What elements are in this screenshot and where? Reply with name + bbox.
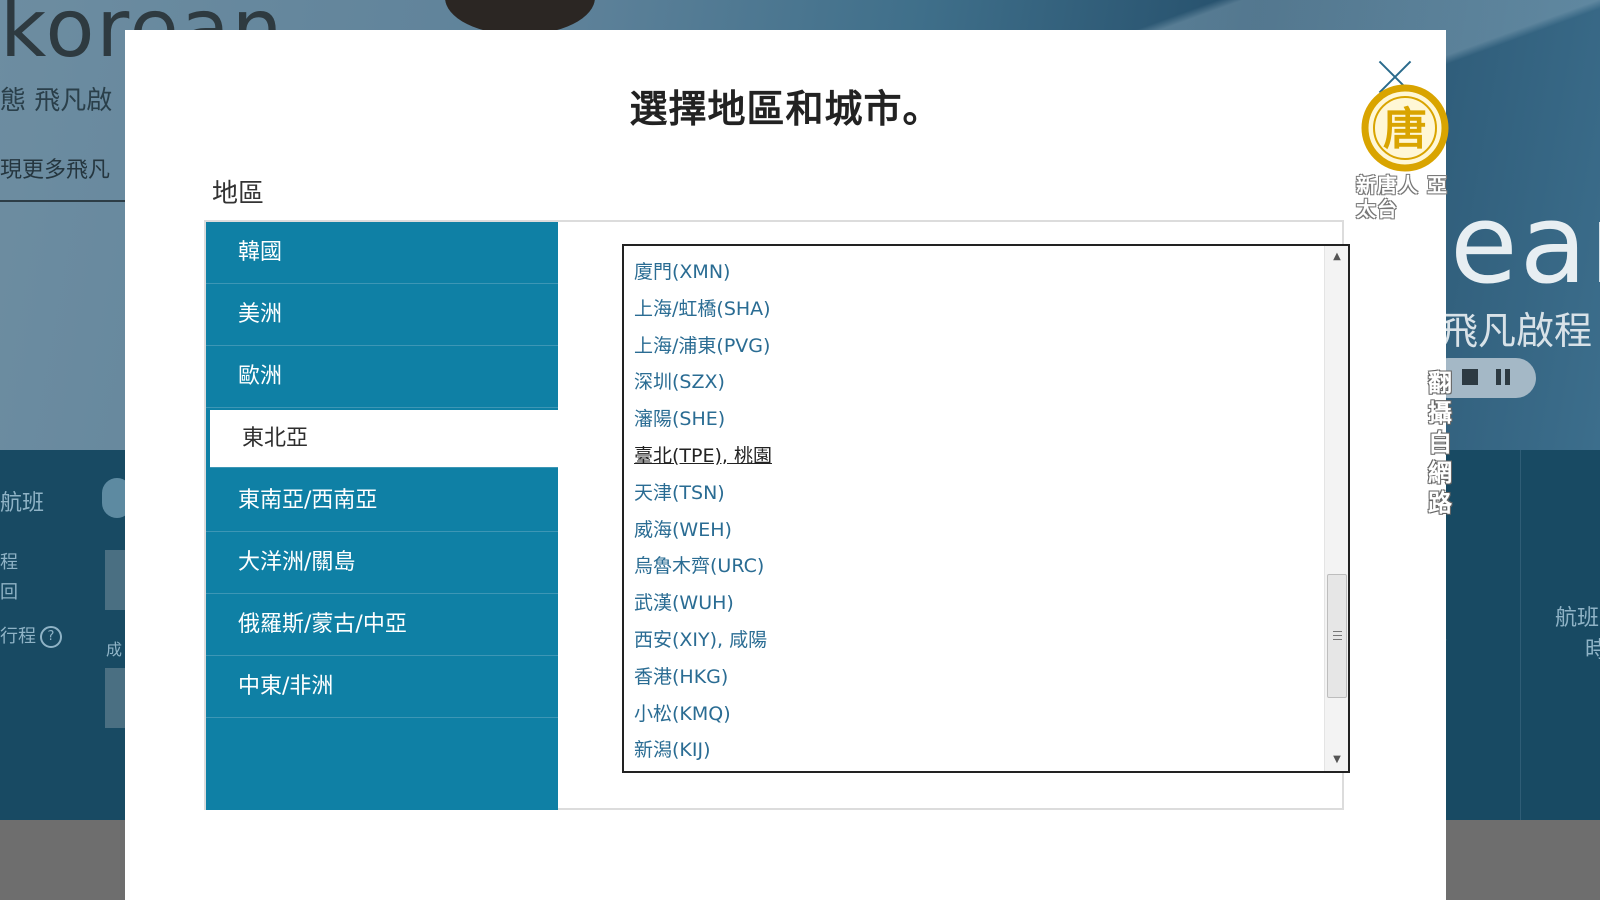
trip-type-label-1: 程	[0, 552, 18, 573]
region-item[interactable]: 中東/非洲	[206, 656, 558, 718]
city-option[interactable]: 臺北(TPE), 桃園	[624, 438, 1348, 475]
region-item[interactable]: 韓國	[206, 222, 558, 284]
scroll-up-arrow-icon[interactable]: ▲	[1325, 246, 1348, 268]
city-option[interactable]: 新潟(KIJ)	[624, 732, 1348, 769]
city-option[interactable]: 札幌(CTS)	[624, 769, 1348, 771]
hero-brand-text-right: ean	[1450, 180, 1600, 308]
flight-tab[interactable]: 航班	[0, 485, 44, 517]
city-option[interactable]: 小松(KMQ)	[624, 696, 1348, 733]
city-option[interactable]: 武漢(WUH)	[624, 585, 1348, 622]
region-item[interactable]: 大洋洲/關島	[206, 532, 558, 594]
modal-title: 選擇地區和城市。	[629, 87, 942, 131]
flight-schedule-label[interactable]: 航班	[1555, 600, 1599, 632]
trip-label: 行程	[0, 626, 36, 647]
passenger-label: 成	[106, 640, 123, 659]
scroll-thumb[interactable]	[1327, 574, 1347, 698]
region-city-panel: 韓國 美洲 歐洲 東北亞 東南亞/西南亞 大洋洲/關島 俄羅斯/蒙古/中亞 中東/非洲 廈門(…	[204, 220, 1350, 810]
region-label: 地區	[212, 179, 265, 209]
source-caption: 翻攝自網路	[1428, 369, 1452, 517]
hero-subtitle-right: 飛凡啟程	[1440, 309, 1593, 353]
date-field[interactable]	[105, 668, 127, 728]
region-item[interactable]: 歐洲	[206, 346, 558, 408]
city-option[interactable]: 瀋陽(SHE)	[624, 401, 1348, 438]
region-list: 韓國 美洲 歐洲 東北亞 東南亞/西南亞 大洋洲/關島 俄羅斯/蒙古/中亞 中東/非洲	[206, 222, 558, 810]
stop-icon[interactable]	[1462, 369, 1478, 385]
hero-divider	[0, 200, 125, 202]
region-item[interactable]: 俄羅斯/蒙古/中亞	[206, 594, 558, 656]
city-option[interactable]: 香港(HKG)	[624, 659, 1348, 696]
city-option[interactable]: 威海(WEH)	[624, 512, 1348, 549]
hero-subtitle-left: 態 飛凡啟	[0, 86, 113, 116]
city-option[interactable]: 西安(XIY), 咸陽	[624, 622, 1348, 659]
trip-type-label-2: 回	[0, 582, 18, 603]
city-list: 廈門(XMN) 上海/虹橋(SHA) 上海/浦東(PVG) 深圳(SZX) 瀋陽(SHE…	[624, 246, 1348, 771]
grip-icon	[1333, 631, 1342, 640]
region-item[interactable]: 美洲	[206, 284, 558, 346]
city-option[interactable]: 廈門(XMN)	[624, 254, 1348, 291]
city-option[interactable]: 深圳(SZX)	[624, 364, 1348, 401]
city-option[interactable]: 上海/浦東(PVG)	[624, 328, 1348, 365]
city-scrollbar[interactable]: ▲ ▼	[1324, 246, 1348, 771]
region-item[interactable]: 東北亞	[210, 410, 558, 468]
departure-field[interactable]	[105, 550, 127, 610]
help-icon[interactable]: ?	[40, 626, 62, 648]
city-option[interactable]: 烏魯木齊(URC)	[624, 548, 1348, 585]
column-divider	[1520, 450, 1521, 820]
city-option[interactable]: 天津(TSN)	[624, 475, 1348, 512]
city-listbox[interactable]: 廈門(XMN) 上海/虹橋(SHA) 上海/浦東(PVG) 深圳(SZX) 瀋陽(SHE…	[622, 244, 1350, 773]
pause-icon[interactable]	[1496, 369, 1510, 385]
hero-link-left[interactable]: 現更多飛凡	[0, 152, 110, 184]
scroll-down-arrow-icon[interactable]: ▼	[1325, 749, 1348, 771]
region-item[interactable]: 東南亞/西南亞	[206, 470, 558, 532]
tv-station-name: 新唐人 亞太台	[1356, 173, 1448, 221]
city-option[interactable]: 上海/虹橋(SHA)	[624, 291, 1348, 328]
logo-char: 唐	[1383, 104, 1427, 155]
time-label: 時	[1585, 638, 1600, 663]
region-city-modal: 選擇地區和城市。 地區 韓國 美洲 歐洲 東北亞 東南亞/西南亞 大洋洲/關島 俄羅斯/蒙古…	[125, 30, 1446, 900]
